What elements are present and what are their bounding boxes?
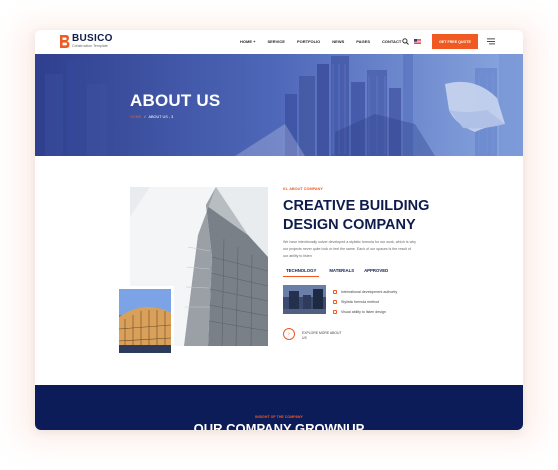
nav-item-contact[interactable]: CONTACT — [382, 39, 401, 44]
main-nav: HOME + SERVICE PORTFOLIO NEWS PAGES CONT… — [240, 39, 401, 44]
nav-item-news[interactable]: NEWS — [332, 39, 344, 44]
page-card: BUSICO Construction Template HOME + SERV… — [35, 30, 523, 430]
page-banner: ABOUT US HOME / ABOUT US - 3 — [35, 54, 523, 156]
growth-subtitle: INSIGHT OF THE COMPANY — [255, 415, 303, 419]
nav-item-portfolio[interactable]: PORTFOLIO — [297, 39, 320, 44]
brand-name[interactable]: BUSICO — [72, 34, 113, 44]
nav-item-service[interactable]: SERVICE — [267, 39, 285, 44]
growth-title: OUR COMPANY GROWNUP — [193, 421, 365, 430]
site-header: BUSICO Construction Template HOME + SERV… — [35, 30, 523, 54]
feature-item: Stylistic formula method — [333, 297, 397, 307]
explore-link[interactable]: EXPLORE MORE ABOUT US — [302, 331, 342, 341]
search-icon[interactable] — [402, 38, 409, 45]
checkbox-icon — [333, 290, 337, 294]
tab-approved[interactable]: APPROVED — [364, 268, 388, 277]
checkbox-icon — [333, 300, 337, 304]
feature-text: Stylistic formula method — [341, 299, 380, 304]
tab-feature-image — [283, 285, 326, 314]
feature-text: Visual ability to listen design — [341, 309, 386, 314]
city-skyline-illustration — [35, 54, 523, 156]
company-growth-section: INSIGHT OF THE COMPANY OUR COMPANY GROWN… — [35, 385, 523, 430]
breadcrumb-current: ABOUT US - 3 — [148, 115, 174, 119]
feature-text: International development authority — [341, 289, 398, 294]
checkbox-icon — [333, 310, 337, 314]
section-description: We have intentionally solver developed a… — [283, 240, 416, 258]
busico-logo-icon[interactable] — [59, 34, 70, 49]
explore-button[interactable]: › — [283, 328, 295, 340]
flag-icon[interactable] — [414, 39, 421, 44]
modern-building-thumbnail[interactable] — [116, 286, 174, 356]
tab-materials[interactable]: MATERIALS — [329, 268, 354, 277]
tab-technology[interactable]: TECHNOLOGY — [283, 268, 320, 277]
section-tagline: 01. ABOUT COMPANY — [283, 187, 323, 191]
page-title: ABOUT US — [130, 91, 221, 110]
get-free-quote-button[interactable]: GET FREE QUOTE — [432, 34, 478, 49]
feature-list: International development authority Styl… — [333, 287, 397, 317]
breadcrumb-separator: / — [144, 115, 146, 119]
breadcrumb: HOME / ABOUT US - 3 — [130, 115, 173, 120]
nav-item-home[interactable]: HOME + — [240, 39, 255, 44]
nav-item-pages[interactable]: PAGES — [356, 39, 370, 44]
arrow-right-icon: › — [288, 330, 290, 337]
section-headline: CREATIVE BUILDING DESIGN COMPANY — [283, 198, 430, 233]
hamburger-menu-icon[interactable] — [487, 38, 495, 45]
breadcrumb-home-link[interactable]: HOME — [130, 115, 141, 119]
feature-item: International development authority — [333, 287, 397, 297]
brand-tagline: Construction Template — [72, 44, 108, 48]
about-tabs: TECHNOLOGY MATERIALS APPROVED — [283, 268, 388, 277]
feature-item: Visual ability to listen design — [333, 307, 397, 317]
